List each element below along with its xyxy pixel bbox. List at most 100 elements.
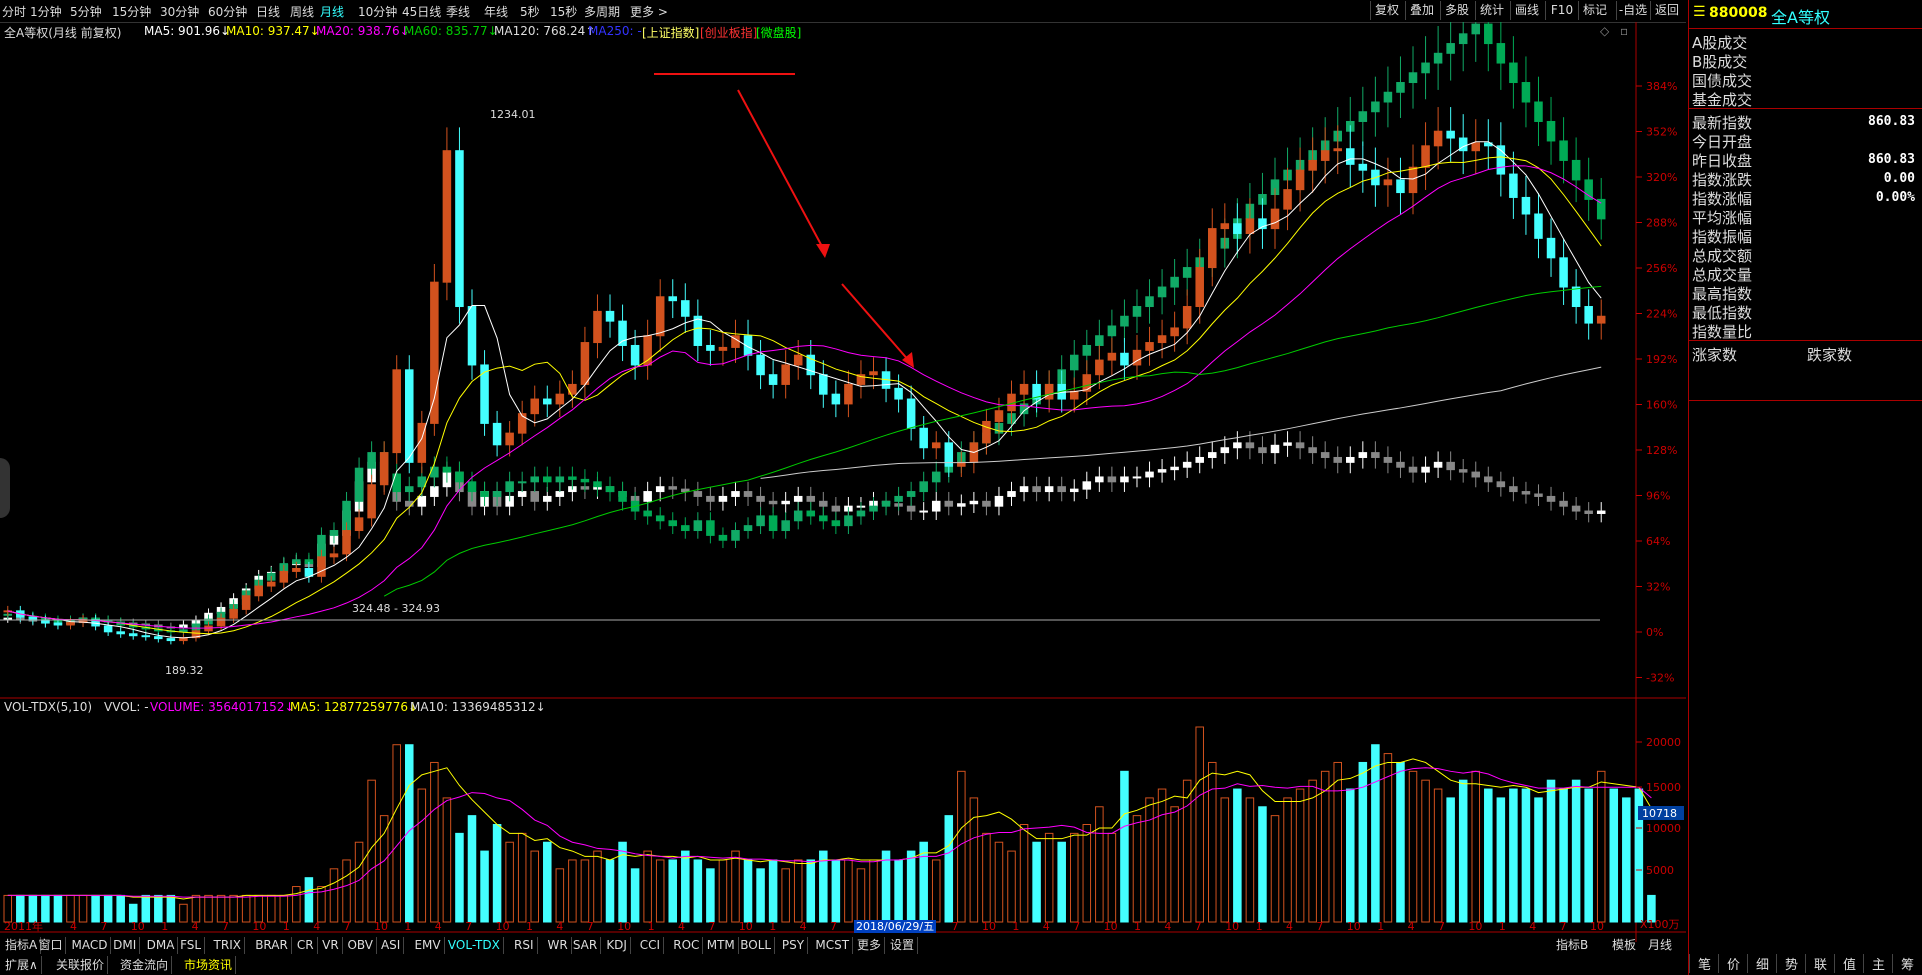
indicator-tab-2[interactable]: MACD [68,937,112,954]
indicator-tab-3[interactable]: DMI [110,937,141,954]
green-candle [1132,306,1142,317]
indicator-tab-10[interactable]: OBV [344,937,377,954]
indicator-tab-8[interactable]: CR [294,937,318,954]
indicator-tab-5[interactable]: FSL [177,937,206,954]
indicator-tab-4[interactable]: DMA [144,937,179,954]
list-icon[interactable]: ☰ [1693,4,1706,20]
green-candle [1484,23,1493,45]
indicator-tab-12[interactable]: EMV [411,937,445,954]
indicator-tab-24[interactable]: 更多 [854,937,886,954]
volume-bar [191,894,201,923]
timeframe-tab-14[interactable]: 15秒 [550,3,577,20]
panel-row-value: 0.00% [1875,190,1915,205]
timeframe-tab-0[interactable]: 分时 [2,3,26,20]
volume-bar [1320,770,1330,923]
toolbar-button-6[interactable]: 标记 [1578,1,1611,20]
main-candle [1208,228,1217,269]
bottom-tab-1[interactable]: 关联报价 [53,956,109,974]
panel-bottom-tab-0[interactable]: 笔 [1689,954,1719,973]
main-candle [266,581,276,587]
toolbar-button-0[interactable]: 复权 [1370,1,1403,20]
indicator-tab-17[interactable]: KDJ [603,937,631,954]
main-candle [530,398,539,415]
indicator-tab-19[interactable]: ROC [670,937,704,954]
panel-bottom-tab-5[interactable]: 值 [1834,954,1864,973]
toolbar-button-8[interactable]: 返回 [1650,1,1683,20]
panel-bottom-tab-3[interactable]: 势 [1776,954,1806,973]
date-tick: 10 [374,920,388,933]
timeframe-tab-7[interactable]: 周线 [290,3,314,20]
toolbar-button-4[interactable]: 画线 [1510,1,1543,20]
toolbar-button-2[interactable]: 多股 [1440,1,1473,20]
timeframe-tab-5[interactable]: 60分钟 [208,3,247,20]
timeframe-tab-11[interactable]: 季线 [446,3,470,20]
toolbar-button-3[interactable]: 统计 [1475,1,1508,20]
base-annotation: 324.48 - 324.93 [352,602,440,615]
expand-handle[interactable] [0,458,10,518]
indicator-tab-20[interactable]: MTM [704,937,739,954]
volume-bar [53,894,63,923]
green-candle [756,515,765,527]
bottom-tab-3[interactable]: 市场资讯 [181,956,237,974]
timeframe-tab-2[interactable]: 5分钟 [70,3,102,20]
indicator-tab-23[interactable]: MCST [812,937,854,954]
indicator-tab-14[interactable]: RSI [511,937,538,954]
indicator-right-tab-1[interactable]: 模板 [1612,937,1636,954]
gray-candle [543,495,552,502]
bottom-tab-2[interactable]: 资金流向 [117,956,173,974]
indicator-tab-22[interactable]: PSY [779,937,809,954]
volume-bar [844,859,853,923]
indicator-tab-13[interactable]: VOL-TDX [445,937,504,954]
indicator-tab-16[interactable]: SAR [570,937,602,954]
toolbar-button-7[interactable]: -自选 [1616,1,1649,20]
panel-bottom-tab-4[interactable]: 联 [1805,954,1835,973]
timeframe-tab-1[interactable]: 1分钟 [30,3,62,20]
indicator-tab-21[interactable]: BOLL [737,937,776,954]
timeframe-tab-12[interactable]: 年线 [484,3,508,20]
toolbar-button-1[interactable]: 叠加 [1405,1,1438,20]
timeframe-tab-10[interactable]: 45日线 [402,3,441,20]
timeframe-tab-13[interactable]: 5秒 [520,3,540,20]
panel-bottom-tab-2[interactable]: 细 [1747,954,1777,973]
indicator-right-tab-0[interactable]: 指标B [1556,937,1588,954]
volume-bar [1145,797,1154,923]
gray-candle [555,491,565,497]
timeframe-tab-3[interactable]: 15分钟 [112,3,151,20]
volume-bar [1383,753,1393,923]
volume-bar [292,886,301,923]
timeframe-tab-9[interactable]: 10分钟 [358,3,397,20]
green-candle [1145,296,1154,308]
volume-bar [530,850,539,923]
price-axis-label: 0% [1646,626,1663,639]
indicator-tab-1[interactable]: 窗口 [35,937,67,954]
panel-bottom-tab-6[interactable]: 主 [1863,954,1893,973]
timeframe-tab-15[interactable]: 多周期 [584,3,620,20]
volume-bar [781,868,790,923]
indicator-tab-15[interactable]: WR [545,937,572,954]
volume-bar [342,859,351,923]
main-candle [1571,286,1581,308]
green-candle [455,471,464,483]
volume-bar [1157,788,1167,923]
main-candle [342,530,351,555]
bottom-tab-0[interactable]: 扩展∧ [2,956,42,974]
panel-bottom-tab-1[interactable]: 价 [1718,954,1748,973]
indicator-tab-11[interactable]: ASI [378,937,405,954]
timeframe-tab-4[interactable]: 30分钟 [160,3,199,20]
timeframe-tab-16[interactable]: 更多 > [630,3,668,20]
volume-bar [1509,788,1518,923]
indicator-tab-9[interactable]: VR [319,937,343,954]
volume-bar [1471,770,1481,923]
indicator-tab-6[interactable]: TRIX [211,937,245,954]
toolbar-button-5[interactable]: F10 [1545,1,1578,20]
indicator-tab-7[interactable]: BRAR [252,937,292,954]
indicator-tab-25[interactable]: 设置 [887,937,919,954]
timeframe-tab-6[interactable]: 日线 [256,3,280,20]
timeframe-tab-8[interactable]: 月线 [320,3,344,20]
main-candle [1220,223,1230,230]
gray-candle [706,495,715,502]
green-candle [442,466,452,473]
kline-chart[interactable]: 1234.01 189.32 324.48 - 324.93 384% 352% 320… [0,22,1686,942]
indicator-tab-18[interactable]: CCI [637,937,665,954]
panel-bottom-tab-7[interactable]: 筹 [1892,954,1922,973]
